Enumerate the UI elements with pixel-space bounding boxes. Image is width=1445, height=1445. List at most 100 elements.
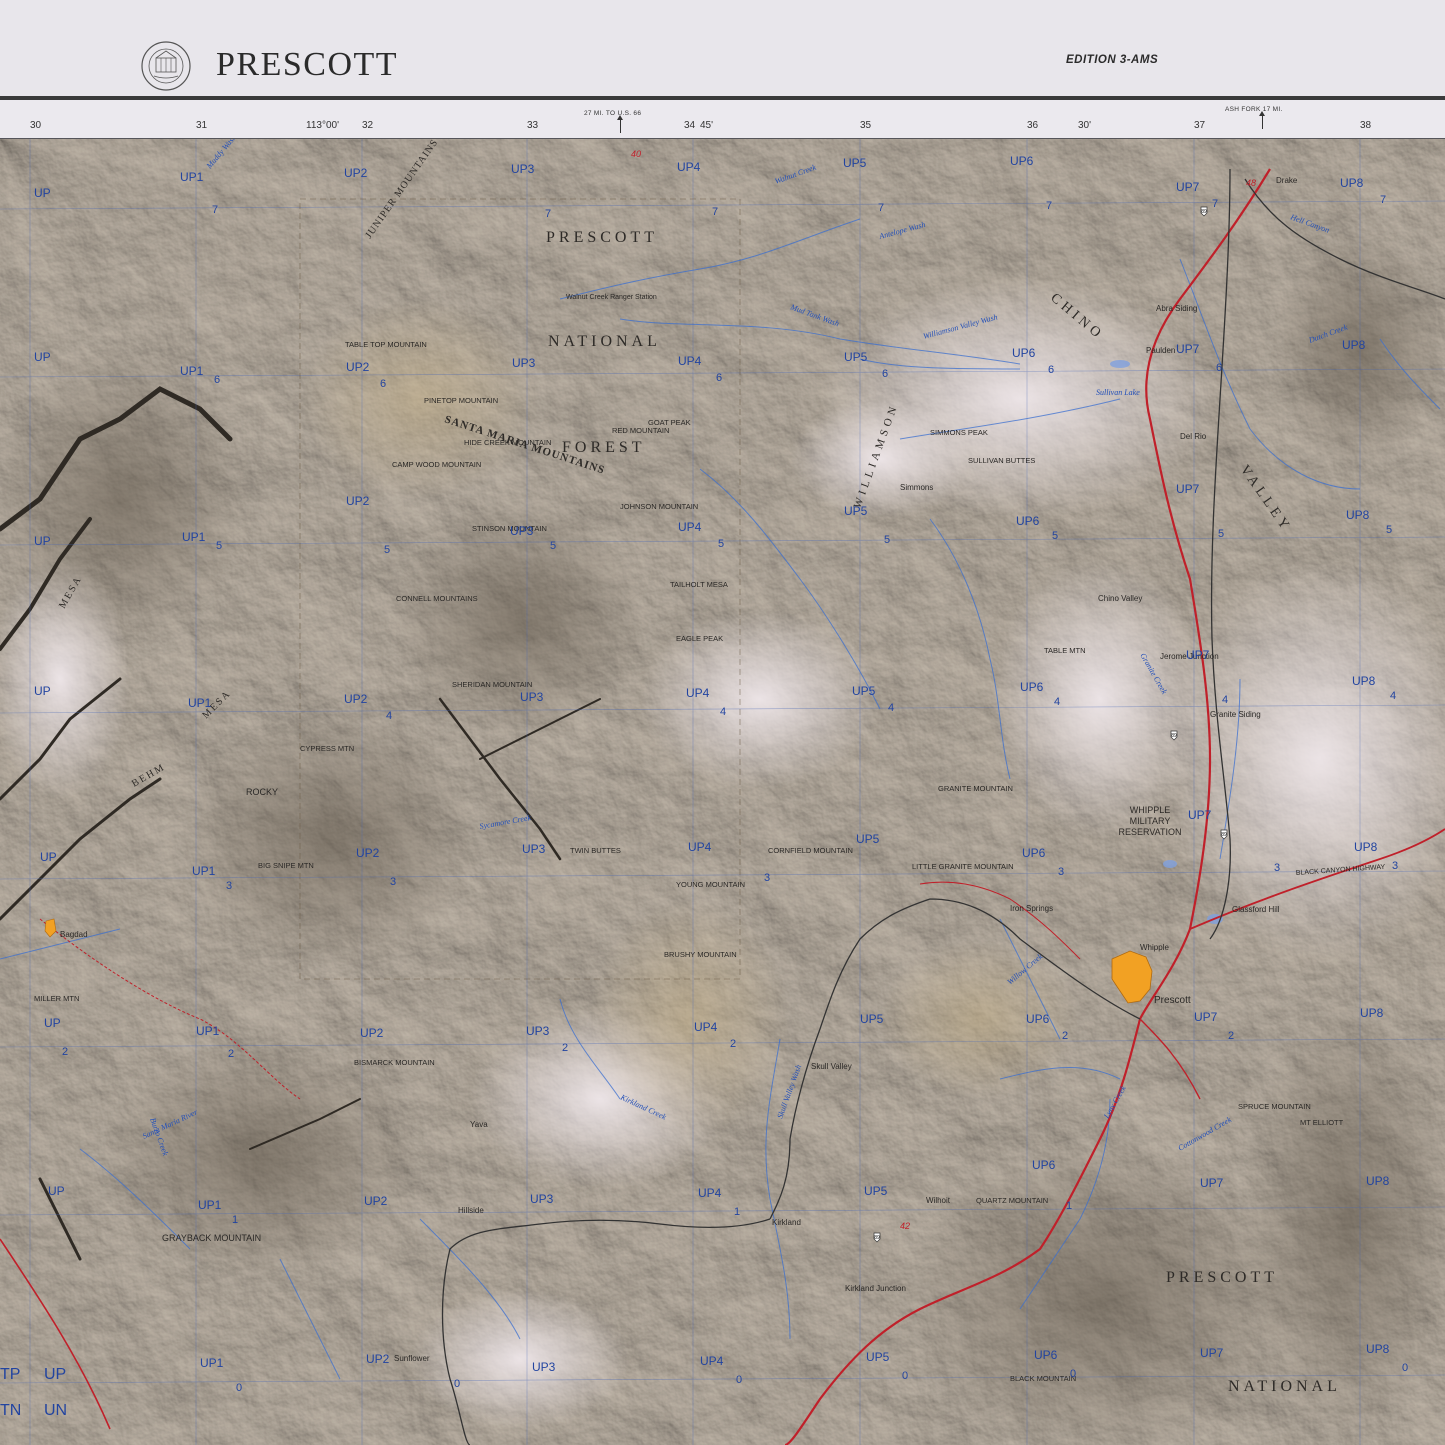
grid-zone-label: UP3: [512, 356, 536, 370]
grid-number: 5: [550, 540, 556, 552]
grid-number: 1: [734, 1206, 740, 1218]
arrow-up-icon: [1259, 111, 1265, 129]
grid-zone-label: UP1: [196, 1024, 220, 1038]
grid-number: 7: [1212, 198, 1218, 210]
water-label: Sullivan Lake: [1096, 388, 1140, 397]
forest-label: NATIONAL: [548, 333, 661, 350]
mountain-label: SHERIDAN MOUNTAIN: [452, 680, 532, 689]
grid-number: 3: [226, 880, 232, 892]
grid-number: 4: [888, 702, 894, 714]
grid-number: 6: [214, 374, 220, 386]
mountain-label: MILLER MTN: [34, 994, 79, 1003]
grid-zone-label: UP2: [366, 1352, 390, 1366]
grid-zone-label: UP7: [1188, 808, 1212, 822]
mountain-label: BLACK MOUNTAIN: [1010, 1374, 1076, 1383]
mountain-label: YOUNG MOUNTAIN: [676, 880, 745, 889]
grid-label: 45': [700, 120, 714, 131]
grid-label: 34: [684, 120, 696, 131]
grid-number: 2: [1062, 1030, 1068, 1042]
grid-number: 6: [716, 372, 722, 384]
grid-margin: 27 MI. TO U.S. 66 ASH FORK 17 MI.: [0, 100, 1445, 138]
town-label: Drake: [1276, 176, 1298, 185]
grid-number: 6: [1216, 362, 1222, 374]
grid-number: 0: [454, 1378, 460, 1390]
grid-zone-label: UP: [34, 534, 51, 548]
mountain-label: ROCKY: [246, 787, 278, 797]
grid-number: 0: [1070, 1368, 1076, 1380]
grid-zone-label: UP1: [200, 1356, 224, 1370]
grid-zone-label: UP2: [344, 692, 368, 706]
grid-zone-label: UP5: [860, 1012, 884, 1026]
mountain-label: LITTLE GRANITE MOUNTAIN: [912, 862, 1014, 871]
grid-zone-label: UP5: [852, 684, 876, 698]
margin-note-ashfork: ASH FORK 17 MI.: [1225, 106, 1283, 113]
grid-zone-label: UP8: [1360, 1006, 1384, 1020]
grid-zone-label: UP4: [686, 686, 710, 700]
grid-number: 5: [1386, 524, 1392, 536]
grid-zone-label: UP6: [1032, 1158, 1056, 1172]
route-89-shield-icon: 89: [873, 1232, 881, 1243]
grid-zone-label: UP5: [864, 1184, 888, 1198]
grid-number: 2: [228, 1048, 234, 1060]
mountain-label: TAILHOLT MESA: [670, 580, 728, 589]
svg-text:RESERVATION: RESERVATION: [1118, 827, 1181, 837]
grid-zone-label: UP8: [1342, 338, 1366, 352]
relief-map[interactable]: 89 89 89 89 42 48 40 PRESCOTT NATIONAL F…: [0, 139, 1445, 1445]
town-label: Yava: [470, 1120, 488, 1129]
grid-label: 30: [30, 120, 42, 131]
town-label: Chino Valley: [1098, 594, 1142, 603]
ranger-station-label: Walnut Creek Ranger Station: [566, 294, 657, 301]
grid-zone-label: UP3: [510, 524, 534, 538]
grid-zone-label: UP3: [520, 690, 544, 704]
mountain-label: CYPRESS MTN: [300, 744, 354, 753]
mountain-label: BIG SNIPE MTN: [258, 861, 314, 870]
grid-number: 3: [1058, 866, 1064, 878]
town-label: Kirkland: [772, 1218, 801, 1227]
town-label: Wilhoit: [926, 1196, 951, 1205]
grid-zone-label: UP2: [346, 494, 370, 508]
grid-zone-label: UP7: [1176, 482, 1200, 496]
mountain-label: BISMARCK MOUNTAIN: [354, 1058, 435, 1067]
grid-zone-label: UP3: [526, 1024, 550, 1038]
town-label: Bagdad: [60, 930, 88, 939]
forest-label: PRESCOTT: [546, 229, 658, 246]
grid-number: 4: [1390, 690, 1396, 702]
grid-number: 7: [878, 202, 884, 214]
grid-number: 5: [884, 534, 890, 546]
town-label: Skull Valley: [811, 1062, 852, 1071]
route-40-label: 40: [631, 149, 641, 159]
mountain-label: RED MOUNTAIN: [612, 426, 669, 435]
grid-label: 32: [362, 120, 374, 131]
route-number: 89: [1171, 733, 1177, 739]
route-48-label: 48: [1246, 178, 1256, 188]
grid-number: 6: [1048, 364, 1054, 376]
mountain-label: SIMMONS PEAK: [930, 428, 988, 437]
grid-number: 4: [1222, 694, 1228, 706]
arrow-up-icon: [617, 115, 623, 133]
mountain-label: EAGLE PEAK: [676, 634, 723, 643]
grid-zone-label: UP8: [1354, 840, 1378, 854]
mountain-label: PINETOP MOUNTAIN: [424, 396, 498, 405]
grid-zone-label: UP4: [678, 354, 702, 368]
route-89-shield-icon: 89: [1220, 829, 1228, 840]
mountain-label: TABLE MTN: [1044, 646, 1086, 655]
mountain-label: HIDE CREEK MOUNTAIN: [464, 438, 551, 447]
grid-zone-label: UP5: [844, 504, 868, 518]
mountain-label: TABLE TOP MOUNTAIN: [345, 340, 427, 349]
route-89-shield-icon: 89: [1170, 730, 1178, 741]
grid-zone-label: UP2: [360, 1026, 384, 1040]
grid-zone-label: UP6: [1026, 1012, 1050, 1026]
grid-number: 2: [562, 1042, 568, 1054]
grid-zone-label: UP4: [700, 1354, 724, 1368]
grid-label: 31: [196, 120, 208, 131]
grid-zone-label: UP6: [1012, 346, 1036, 360]
grid-label: 30': [1078, 120, 1092, 131]
grid-number: 7: [1046, 200, 1052, 212]
grid-zone-label: UP4: [677, 160, 701, 174]
svg-text:WHIPPLE: WHIPPLE: [1130, 805, 1171, 815]
mountain-label: CORNFIELD MOUNTAIN: [768, 846, 853, 855]
town-label: Glassford Hill: [1232, 905, 1280, 914]
grid-label: 35: [860, 120, 872, 131]
grid-zone-label: UN: [44, 1402, 67, 1419]
grid-zone-label: UP2: [356, 846, 380, 860]
